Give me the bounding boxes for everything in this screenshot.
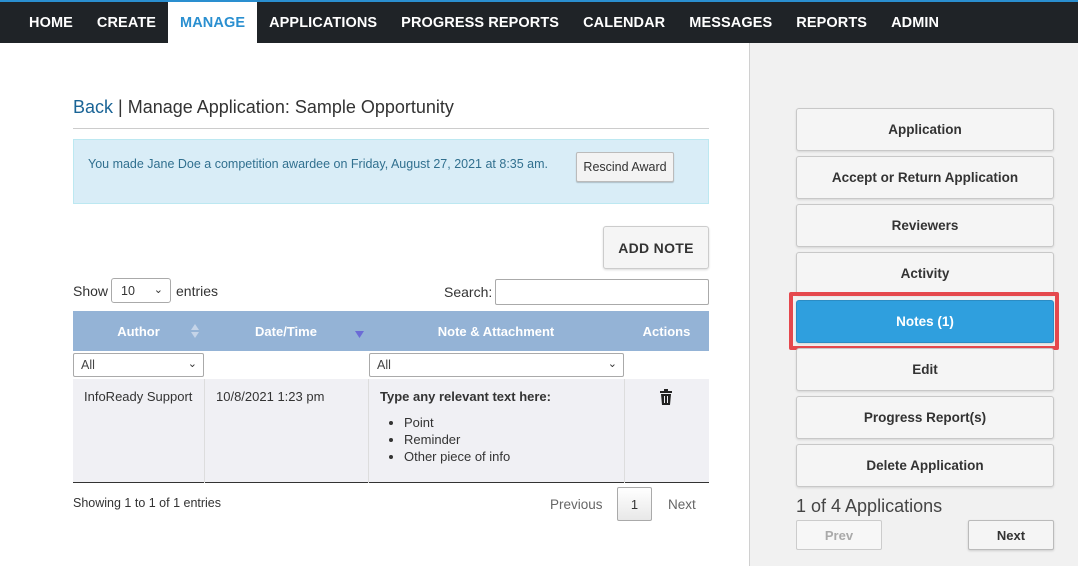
sidebar-notes-button[interactable]: Notes (1)	[796, 300, 1054, 343]
chevron-down-icon: ⌄	[187, 358, 197, 370]
col-author[interactable]: Author	[73, 311, 204, 351]
col-datetime-label: Date/Time	[255, 323, 317, 339]
nav-messages[interactable]: MESSAGES	[677, 2, 784, 43]
page-title: Back | Manage Application: Sample Opport…	[73, 97, 454, 118]
note-title: Type any relevant text here:	[380, 389, 551, 404]
cell-note: Type any relevant text here: Point Remin…	[380, 389, 620, 493]
nav-reports[interactable]: REPORTS	[784, 2, 879, 43]
page-size-select[interactable]: 10 ⌄	[111, 278, 171, 303]
pagination-current-page[interactable]: 1	[617, 487, 652, 521]
nav-applications[interactable]: APPLICATIONS	[257, 2, 389, 43]
table-header: Author Date/Time Note & Attachment Actio…	[73, 311, 709, 351]
chevron-down-icon: ⌄	[607, 358, 617, 370]
column-divider	[624, 379, 625, 483]
nav-manage[interactable]: MANAGE	[168, 2, 258, 43]
col-author-label: Author	[117, 323, 160, 339]
main-content: Back | Manage Application: Sample Opport…	[0, 43, 749, 566]
show-label: Show	[73, 283, 109, 299]
search-input[interactable]	[495, 279, 709, 305]
nav-home[interactable]: HOME	[17, 2, 85, 43]
col-actions-label: Actions	[642, 323, 691, 339]
back-link[interactable]: Back	[73, 97, 113, 117]
col-datetime[interactable]: Date/Time	[204, 311, 368, 351]
note-list: Point Reminder Other piece of info	[380, 414, 620, 465]
cell-datetime: 10/8/2021 1:23 pm	[216, 389, 325, 404]
note-filter-select[interactable]: All ⌄	[369, 353, 624, 377]
sidebar-progress-reports-button[interactable]: Progress Report(s)	[796, 396, 1054, 439]
filter-row: All ⌄ All ⌄	[73, 351, 709, 379]
sort-icon[interactable]	[191, 324, 199, 338]
nav-calendar[interactable]: CALENDAR	[571, 2, 677, 43]
list-item: Other piece of info	[404, 448, 620, 465]
add-note-button[interactable]: ADD NOTE	[603, 226, 709, 269]
pagination-next[interactable]: Next	[668, 497, 696, 512]
search-label: Search:	[444, 284, 493, 300]
sidebar-accept-return-button[interactable]: Accept or Return Application	[796, 156, 1054, 199]
next-application-button[interactable]: Next	[968, 520, 1054, 550]
sidebar: Application Accept or Return Application…	[749, 43, 1078, 566]
award-alert: You made Jane Doe a competition awardee …	[73, 139, 709, 204]
col-actions: Actions	[624, 311, 709, 351]
author-filter-value: All	[81, 358, 95, 372]
pagination-previous[interactable]: Previous	[550, 497, 603, 512]
column-divider	[204, 379, 205, 483]
list-item: Point	[404, 414, 620, 431]
chevron-down-icon: ⌄	[153, 284, 163, 296]
prev-application-button[interactable]: Prev	[796, 520, 882, 550]
nav-admin[interactable]: ADMIN	[879, 2, 951, 43]
author-filter-select[interactable]: All ⌄	[73, 353, 204, 377]
table-row: InfoReady Support 10/8/2021 1:23 pm Type…	[73, 379, 709, 483]
col-note-label: Note & Attachment	[437, 323, 555, 339]
sidebar-reviewers-button[interactable]: Reviewers	[796, 204, 1054, 247]
note-filter-value: All	[377, 358, 391, 372]
cell-author: InfoReady Support	[84, 389, 193, 404]
sidebar-delete-application-button[interactable]: Delete Application	[796, 444, 1054, 487]
nav-progress-reports[interactable]: PROGRESS REPORTS	[389, 2, 571, 43]
sort-desc-icon[interactable]	[355, 331, 364, 338]
trash-icon[interactable]	[659, 389, 673, 405]
table-info: Showing 1 to 1 of 1 entries	[73, 496, 222, 510]
col-note[interactable]: Note & Attachment	[368, 311, 624, 351]
nav-create[interactable]: CREATE	[85, 2, 168, 43]
sidebar-activity-button[interactable]: Activity	[796, 252, 1054, 295]
title-divider	[73, 128, 709, 129]
rescind-award-button[interactable]: Rescind Award	[576, 152, 674, 182]
title-separator: |	[113, 97, 128, 117]
application-counter: 1 of 4 Applications	[796, 496, 943, 516]
top-nav: HOME CREATE MANAGE APPLICATIONS PROGRESS…	[0, 0, 1078, 43]
column-divider	[368, 379, 369, 483]
sidebar-application-button[interactable]: Application	[796, 108, 1054, 151]
entries-label: entries	[176, 283, 219, 299]
sidebar-edit-button[interactable]: Edit	[796, 348, 1054, 391]
page-title-text: Manage Application: Sample Opportunity	[127, 97, 454, 117]
list-item: Reminder	[404, 431, 620, 448]
page-size-value: 10	[121, 284, 135, 298]
alert-text: You made Jane Doe a competition awardee …	[88, 157, 549, 171]
